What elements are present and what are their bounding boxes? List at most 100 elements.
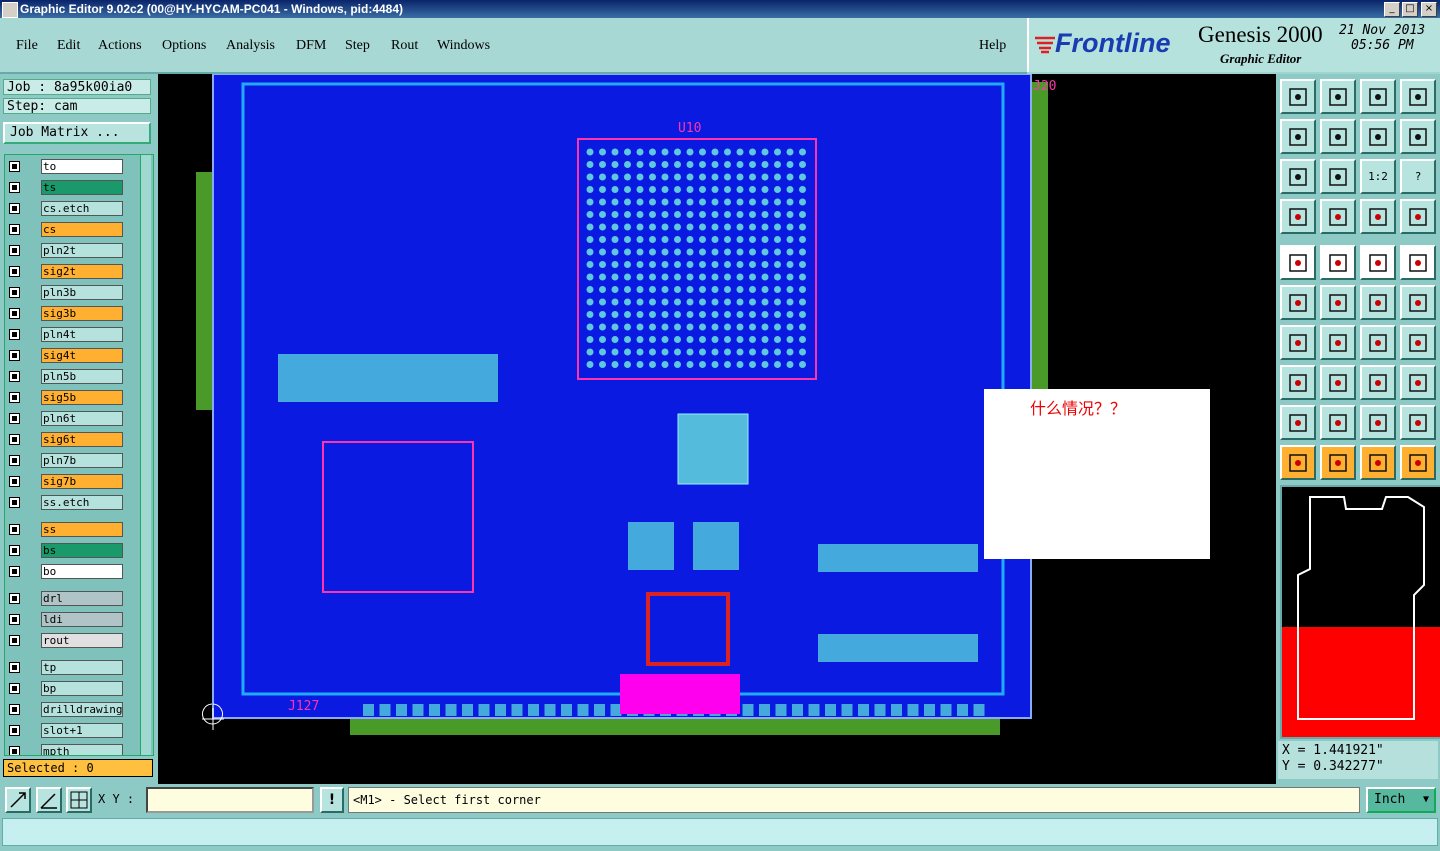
menu-actions[interactable]: Actions [98, 38, 142, 54]
layer-row[interactable]: mpth [5, 744, 130, 755]
layer-scrollbar[interactable] [140, 155, 151, 755]
menu-edit[interactable]: Edit [57, 38, 80, 54]
layer-name[interactable]: cs.etch [41, 201, 123, 216]
menu-step[interactable]: Step [345, 38, 370, 54]
layer-name[interactable]: ss.etch [41, 495, 123, 510]
window-button[interactable] [1400, 79, 1436, 114]
angle-mode-button[interactable] [36, 787, 62, 813]
layer-name[interactable]: drl [41, 591, 123, 606]
layer-checkbox[interactable] [9, 593, 20, 604]
layer-row[interactable]: tp [5, 660, 130, 676]
layer-row[interactable]: pln3b [5, 285, 130, 301]
triangle-b-button[interactable] [1400, 405, 1436, 440]
layer-name[interactable]: sig6t [41, 432, 123, 447]
layer-checkbox[interactable] [9, 182, 20, 193]
snap-button[interactable] [1400, 119, 1436, 154]
layer-row[interactable]: ts [5, 180, 130, 196]
layer-name[interactable]: cs [41, 222, 123, 237]
ruler-button[interactable] [1280, 199, 1316, 234]
layer-row[interactable]: pln2t [5, 243, 130, 259]
line-move-button[interactable] [1400, 285, 1436, 320]
layer-row[interactable]: slot+1 [5, 723, 130, 739]
layer-checkbox[interactable] [9, 566, 20, 577]
pointer-select-button[interactable] [1360, 445, 1396, 480]
layer-name[interactable]: pln4t [41, 327, 123, 342]
slide-button[interactable] [1320, 365, 1356, 400]
layer-row[interactable]: cs [5, 222, 130, 238]
layer-name[interactable]: pln5b [41, 369, 123, 384]
layer-bottom-button[interactable] [1400, 199, 1436, 234]
menu-options[interactable]: Options [162, 38, 206, 54]
layer-checkbox[interactable] [9, 635, 20, 646]
layer-checkbox[interactable] [9, 161, 20, 172]
layer-row[interactable]: sig2t [5, 264, 130, 280]
layer-row[interactable]: sig7b [5, 474, 130, 490]
layer-name[interactable]: sig2t [41, 264, 123, 279]
layer-name[interactable]: bs [41, 543, 123, 558]
layer-row[interactable]: pln7b [5, 453, 130, 469]
pad-button[interactable] [1280, 245, 1316, 280]
layer-checkbox[interactable] [9, 308, 20, 319]
layer-name[interactable]: ts [41, 180, 123, 195]
zoom-center-button[interactable] [1320, 159, 1356, 194]
layer-row[interactable]: rout [5, 633, 130, 649]
layer-checkbox[interactable] [9, 545, 20, 556]
maximize-button[interactable]: □ [1402, 2, 1418, 17]
layer-row[interactable]: pln5b [5, 369, 130, 385]
layer-name[interactable]: sig4t [41, 348, 123, 363]
layer-name[interactable]: pln7b [41, 453, 123, 468]
menu-rout[interactable]: Rout [391, 38, 418, 54]
layer-row[interactable]: sig3b [5, 306, 130, 322]
layer-name[interactable]: ldi [41, 612, 123, 627]
measure-button[interactable] [1360, 245, 1396, 280]
layer-row[interactable]: sig5b [5, 390, 130, 406]
layer-row[interactable]: sig6t [5, 432, 130, 448]
layer-name[interactable]: pln6t [41, 411, 123, 426]
triangle-blue-button[interactable] [1320, 405, 1356, 440]
pointer-box-button[interactable] [1320, 445, 1356, 480]
menu-file[interactable]: File [16, 38, 38, 54]
layer-name[interactable]: sig3b [41, 306, 123, 321]
menu-help[interactable]: Help [979, 38, 1006, 54]
menu-windows[interactable]: Windows [437, 38, 490, 54]
layer-row[interactable]: sig4t [5, 348, 130, 364]
point-button[interactable] [1400, 245, 1436, 280]
layer-checkbox[interactable] [9, 392, 20, 403]
layer-checkbox[interactable] [9, 266, 20, 277]
layer-row[interactable]: bp [5, 681, 130, 697]
layer-checkbox[interactable] [9, 329, 20, 340]
pan-left-button[interactable] [1280, 119, 1316, 154]
layer-checkbox[interactable] [9, 614, 20, 625]
layer-checkbox[interactable] [9, 476, 20, 487]
xy-input[interactable] [146, 787, 314, 813]
cross-button[interactable] [1320, 285, 1356, 320]
pointer-button[interactable] [1280, 445, 1316, 480]
layer-row[interactable]: ldi [5, 612, 130, 628]
layer-row[interactable]: pln6t [5, 411, 130, 427]
snap-mode-button[interactable] [5, 787, 31, 813]
layer-row[interactable]: bs [5, 543, 130, 559]
layer-name[interactable]: bo [41, 564, 123, 579]
close-button[interactable]: × [1421, 2, 1437, 17]
layer-name[interactable]: slot+1 [41, 723, 123, 738]
layer-checkbox[interactable] [9, 725, 20, 736]
pan-right-button[interactable] [1320, 119, 1356, 154]
layer-checkbox[interactable] [9, 683, 20, 694]
layer-checkbox[interactable] [9, 371, 20, 382]
line-button[interactable] [1320, 325, 1356, 360]
job-matrix-button[interactable]: Job Matrix ... [3, 122, 151, 144]
layer-checkbox[interactable] [9, 524, 20, 535]
layer-checkbox[interactable] [9, 203, 20, 214]
layer-name[interactable]: drilldrawing [41, 702, 123, 717]
layer-row[interactable]: bo [5, 564, 130, 580]
grid-button[interactable] [1320, 199, 1356, 234]
layer-checkbox[interactable] [9, 287, 20, 298]
shapes-button[interactable] [1400, 365, 1436, 400]
open-job-button[interactable] [1280, 79, 1316, 114]
minimize-button[interactable]: _ [1384, 2, 1400, 17]
layer-checkbox[interactable] [9, 704, 20, 715]
layer-row[interactable]: ss [5, 522, 130, 538]
layer-checkbox[interactable] [9, 413, 20, 424]
layer-name[interactable]: mpth [41, 744, 123, 755]
layer-checkbox[interactable] [9, 350, 20, 361]
